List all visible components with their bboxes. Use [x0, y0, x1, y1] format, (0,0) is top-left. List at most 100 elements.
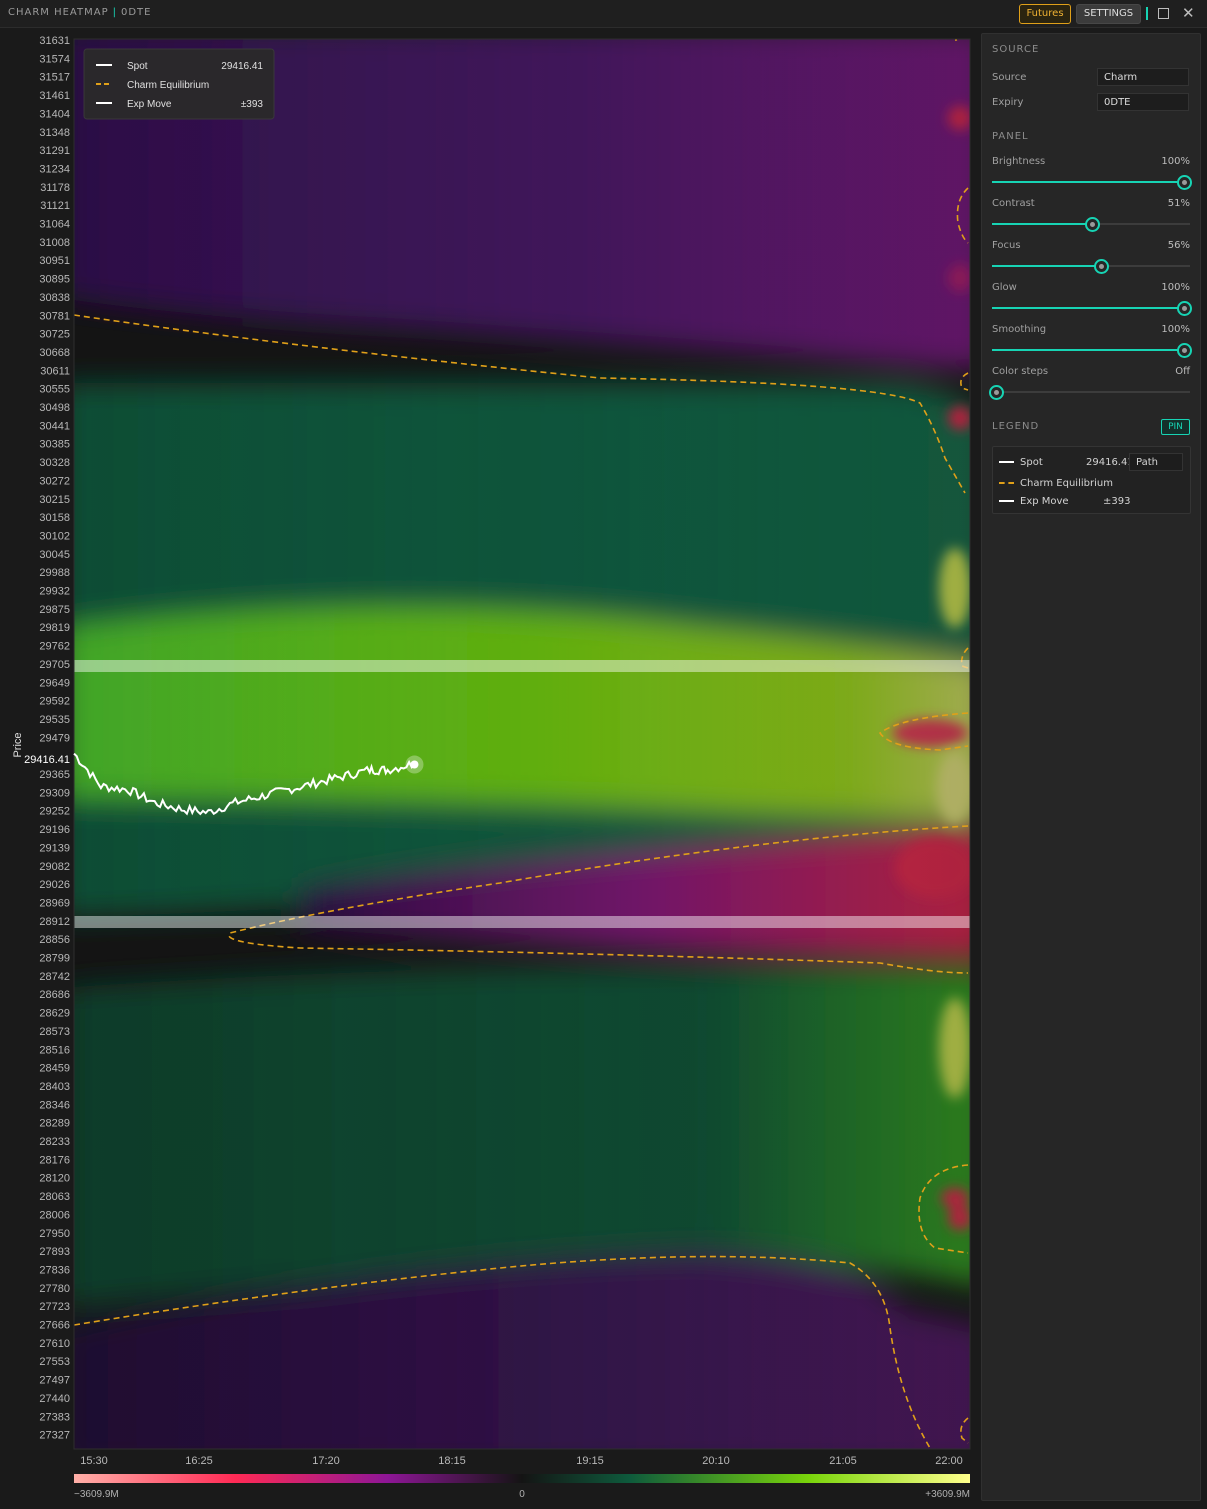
y-tick-label: 28346	[39, 1099, 70, 1111]
y-tick-label: 30498	[39, 402, 70, 414]
maximize-icon[interactable]	[1158, 8, 1169, 19]
legend-exp-name: Exp Move	[127, 99, 172, 110]
y-tick-label: 30668	[39, 347, 70, 359]
y-tick-label: 30611	[40, 365, 70, 377]
slider-fill	[992, 349, 1180, 351]
y-tick-label: 28459	[39, 1063, 70, 1075]
legend-eq-swatch	[999, 482, 1014, 484]
y-tick-label: 29819	[39, 622, 70, 634]
chart-legend[interactable]: Spot 29416.41 Charm Equilibrium Exp Move…	[83, 48, 275, 120]
x-tick-label: 22:00	[935, 1455, 963, 1467]
slider-glow[interactable]	[992, 301, 1192, 316]
y-tick-label: 30328	[39, 457, 70, 469]
slider-brightness[interactable]	[992, 175, 1192, 190]
y-tick-label: 30781	[39, 310, 70, 322]
source-label: Source	[992, 72, 1027, 83]
slider-label: Focus	[992, 240, 1021, 251]
slider-color-steps[interactable]	[989, 385, 1190, 400]
legend-row-eq: Charm Equilibrium	[999, 478, 1113, 489]
futures-button[interactable]: Futures	[1019, 4, 1071, 24]
y-tick-label: 27327	[39, 1430, 70, 1442]
y-tick-label: 30555	[39, 384, 70, 396]
y-tick-label: 31121	[40, 200, 70, 212]
close-icon[interactable]: ✕	[1182, 4, 1195, 22]
y-tick-label: 31404	[39, 108, 70, 120]
slider-knob[interactable]	[1177, 343, 1192, 358]
y-tick-label: 30725	[39, 329, 70, 341]
x-tick-label: 20:10	[702, 1455, 730, 1467]
slider-fill	[992, 181, 1180, 183]
y-tick-label: 29592	[39, 696, 70, 708]
y-tick-label: 31008	[39, 237, 70, 249]
slider-fill	[992, 307, 1180, 309]
slider-contrast[interactable]	[992, 217, 1190, 232]
legend-spot-swatch	[999, 461, 1014, 463]
slider-label: Contrast	[992, 198, 1035, 209]
y-tick-label: 29535	[39, 714, 70, 726]
y-tick-label: 29026	[39, 879, 70, 891]
y-tick-label: 28969	[39, 897, 70, 909]
y-tick-label: 27610	[39, 1338, 70, 1350]
y-tick-label: 27440	[39, 1393, 70, 1405]
heatmap-chart[interactable]: 31631 31574 31517 31461 31404 31348 31291 31234…	[0, 28, 980, 1505]
slider-smoothing[interactable]	[992, 343, 1192, 358]
slider-knob[interactable]	[1094, 259, 1110, 274]
settings-button[interactable]: SETTINGS	[1076, 4, 1141, 24]
slider-label: Smoothing	[992, 324, 1047, 335]
y-tick-label: 27553	[39, 1356, 70, 1368]
y-tick-label: 27383	[39, 1411, 70, 1423]
y-tick-label: 27836	[39, 1264, 70, 1276]
slider-knob[interactable]	[1084, 217, 1100, 232]
y-tick-label: 30951	[39, 255, 70, 267]
slider-knob[interactable]	[1177, 175, 1192, 190]
slider-value: 51%	[1167, 198, 1190, 209]
slider-value: 100%	[1161, 156, 1190, 167]
y-tick-label: 29082	[39, 861, 70, 873]
y-tick-label: 27950	[39, 1228, 70, 1240]
y-tick-label: 31064	[39, 219, 70, 231]
y-tick-label: 28799	[39, 953, 70, 965]
colorbar-mid-label: 0	[519, 1489, 525, 1500]
y-tick-label: 27666	[39, 1320, 70, 1332]
title-expiry: 0DTE	[120, 7, 152, 18]
y-tick-label: 29705	[39, 659, 70, 671]
y-tick-label: 31517	[39, 72, 70, 84]
settings-panel: SOURCE Source Charm Expiry 0DTE PANEL Br…	[981, 33, 1201, 1501]
title-separator: |	[112, 7, 117, 18]
colorbar-max-label: +3609.9M	[925, 1489, 970, 1500]
x-tick-label: 21:05	[829, 1455, 857, 1467]
slider-focus[interactable]	[992, 259, 1190, 274]
legend-spot-value: 29416.41	[221, 61, 263, 72]
y-tick-label: 31178	[40, 182, 70, 194]
legend-eq-name: Charm Equilibrium	[127, 80, 209, 91]
slider-knob[interactable]	[989, 385, 1004, 400]
legend-exp-value: ±393	[1103, 496, 1131, 507]
slider-fill	[992, 265, 1098, 267]
y-tick-label: 28573	[39, 1026, 70, 1038]
legend-spot-value: 29416.41	[1086, 457, 1134, 468]
spot-marker[interactable]	[410, 760, 419, 769]
exp-move-lower	[74, 916, 970, 928]
slider-track[interactable]	[992, 391, 1190, 393]
pin-button[interactable]: PIN	[1161, 419, 1190, 435]
heatmap-svg[interactable]: 31631 31574 31517 31461 31404 31348 31291 31234…	[0, 28, 980, 1505]
source-select[interactable]: Charm	[1097, 68, 1189, 86]
y-tick-label: 29196	[39, 824, 70, 836]
panel-section-title: PANEL	[992, 131, 1029, 142]
legend-exp-name: Exp Move	[1020, 496, 1069, 507]
y-tick-label: 29365	[39, 769, 70, 781]
y-tick-label: 30045	[39, 549, 70, 561]
y-tick-label: 28233	[39, 1136, 70, 1148]
spot-path-select[interactable]: Path	[1129, 453, 1183, 471]
x-tick-label: 16:25	[185, 1455, 213, 1467]
y-tick-label: 31461	[39, 90, 70, 102]
slider-knob[interactable]	[1177, 301, 1192, 316]
source-section-title: SOURCE	[992, 44, 1040, 55]
y-tick-label: 29309	[39, 787, 70, 799]
expiry-select[interactable]: 0DTE	[1097, 93, 1189, 111]
y-tick-label: 28403	[39, 1081, 70, 1093]
colorbar-min-label: −3609.9M	[74, 1489, 119, 1500]
heatmap-field	[74, 39, 970, 1449]
y-tick-label: 28686	[39, 989, 70, 1001]
legend-spot-name: Spot	[127, 61, 148, 72]
